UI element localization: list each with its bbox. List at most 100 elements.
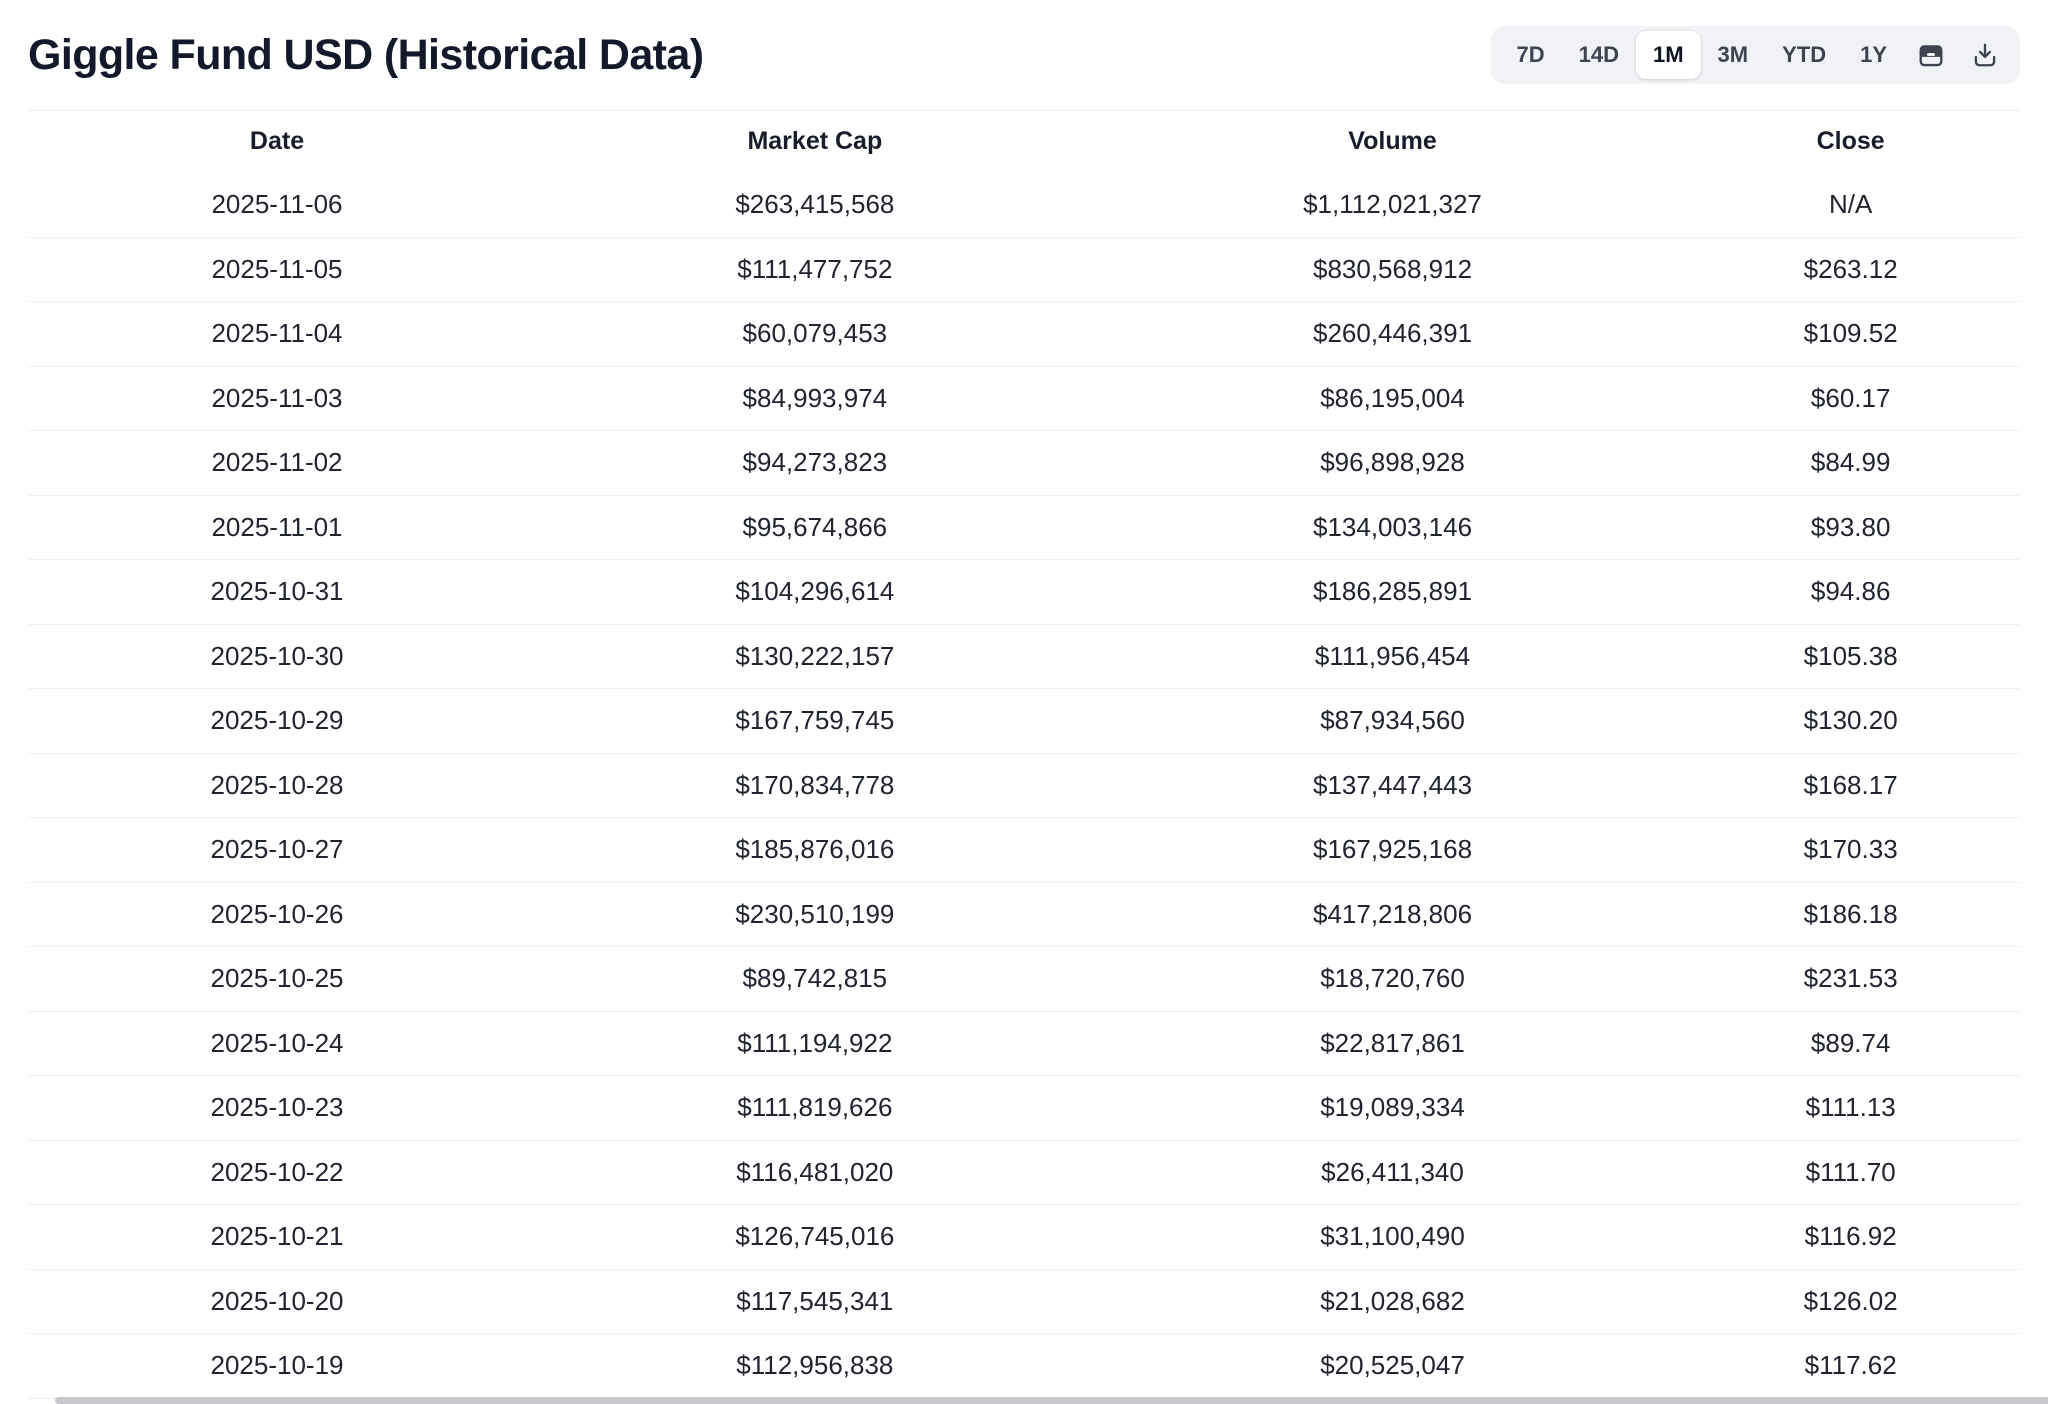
cell-market-cap: $130,222,157 <box>735 640 895 671</box>
cell-date: 2025-11-01 <box>211 511 343 542</box>
table-row: 2025-10-24 $111,194,922 $22,817,861 $89.74 <box>28 1011 2020 1076</box>
column-header-date: Date <box>249 127 305 156</box>
cell-market-cap: $111,477,752 <box>737 253 893 284</box>
cell-date: 2025-11-06 <box>211 189 343 219</box>
cell-volume: $19,089,334 <box>1320 1092 1465 1123</box>
cell-volume: $830,568,912 <box>1312 253 1473 284</box>
cell-market-cap: $84,993,974 <box>742 382 888 413</box>
cell-volume: $22,817,861 <box>1320 1027 1465 1058</box>
cell-close: $60.17 <box>1810 382 1891 413</box>
cell-volume: $417,218,806 <box>1312 898 1473 929</box>
table-row: 2025-11-03 $84,993,974 $86,195,004 $60.17 <box>28 366 2020 431</box>
range-button-7d[interactable]: 7D <box>1499 31 1561 79</box>
cell-volume: $96,898,928 <box>1320 447 1465 478</box>
historical-data-table: Date Market Cap Volume Close 2025-11-06 $263… <box>28 110 2020 1399</box>
cell-close: $105.38 <box>1803 640 1898 671</box>
cell-volume: $137,447,443 <box>1312 769 1473 800</box>
table-row: 2025-11-04 $60,079,453 $260,446,391 $109.52 <box>28 301 2020 367</box>
table-row: 2025-10-19 $112,956,838 $20,525,047 $117.62 <box>28 1333 2020 1398</box>
download-button[interactable] <box>1958 31 2012 79</box>
cell-volume: $86,195,004 <box>1320 382 1465 413</box>
table-row: 2025-10-23 $111,819,626 $19,089,334 $111.13 <box>28 1075 2020 1141</box>
cell-date: 2025-10-30 <box>210 640 344 671</box>
cell-date: 2025-10-21 <box>210 1221 344 1252</box>
table-row: 2025-10-28 $170,834,778 $137,447,443 $168.1… <box>28 753 2020 818</box>
cell-market-cap: $60,079,453 <box>742 318 888 349</box>
table-row: 2025-11-01 $95,674,866 $134,003,146 $93.80 <box>28 495 2020 560</box>
table-header-row: Date Market Cap Volume Close <box>28 110 2020 173</box>
cell-close: $89.74 <box>1810 1027 1891 1058</box>
range-button-ytd[interactable]: YTD <box>1765 31 1843 79</box>
cell-volume: $167,925,168 <box>1312 834 1473 865</box>
download-icon <box>1971 41 1999 69</box>
cell-close: N/A <box>1829 189 1873 219</box>
cell-volume: $21,028,682 <box>1320 1285 1465 1316</box>
cell-market-cap: $170,834,778 <box>735 769 895 800</box>
cell-volume: $26,411,340 <box>1321 1156 1464 1187</box>
cell-volume: $111,956,454 <box>1314 640 1471 671</box>
page-title: Giggle Fund USD (Historical Data) <box>28 30 704 79</box>
table-row: 2025-10-21 $126,745,016 $31,100,490 $116.92 <box>28 1204 2020 1270</box>
cell-date: 2025-10-20 <box>210 1285 344 1316</box>
cell-close: $111.13 <box>1805 1092 1896 1123</box>
range-button-3m[interactable]: 3M <box>1701 31 1766 79</box>
table-row: 2025-10-20 $117,545,341 $21,028,682 $126.02 <box>28 1269 2020 1334</box>
cell-close: $126.02 <box>1803 1285 1898 1316</box>
cell-close: $117.62 <box>1804 1350 1897 1381</box>
table-row: 2025-10-27 $185,876,016 $167,925,168 $170.3… <box>28 817 2020 883</box>
table-row: 2025-11-05 $111,477,752 $830,568,912 $263.1… <box>28 237 2020 302</box>
table-row: 2025-11-02 $94,273,823 $96,898,928 $84.99 <box>28 430 2020 496</box>
cell-market-cap: $94,273,823 <box>742 447 888 478</box>
table-row: 2025-10-30 $130,222,157 $111,956,454 $105.3… <box>28 624 2020 689</box>
cell-volume: $1,112,021,327 <box>1303 189 1482 219</box>
cell-date: 2025-11-03 <box>211 382 343 413</box>
horizontal-scrollbar[interactable] <box>55 1397 2048 1404</box>
cell-date: 2025-10-19 <box>210 1350 344 1381</box>
cell-close: $231.53 <box>1803 963 1898 994</box>
cell-market-cap: $116,481,020 <box>736 1156 894 1187</box>
cell-market-cap: $89,742,815 <box>742 963 888 994</box>
table-row: 2025-11-06 $263,415,568 $1,112,021,327 N/A <box>28 173 2020 238</box>
cell-date: 2025-10-25 <box>210 963 344 994</box>
cell-market-cap: $263,415,568 <box>735 189 895 219</box>
cell-market-cap: $95,674,866 <box>742 511 888 542</box>
cell-market-cap: $111,194,922 <box>737 1027 893 1058</box>
table-row: 2025-10-22 $116,481,020 $26,411,340 $111.70 <box>28 1140 2020 1205</box>
cell-volume: $186,285,891 <box>1312 576 1473 607</box>
cell-market-cap: $230,510,199 <box>735 898 895 929</box>
cell-close: $170.33 <box>1803 834 1898 865</box>
cell-market-cap: $112,956,838 <box>736 1350 894 1381</box>
column-header-close: Close <box>1816 127 1885 156</box>
range-buttons: 7D 14D 1M 3M YTD 1Y <box>1499 31 1904 79</box>
cell-date: 2025-10-31 <box>210 576 344 607</box>
table-row: 2025-10-26 $230,510,199 $417,218,806 $186.1… <box>28 882 2020 947</box>
cell-volume: $260,446,391 <box>1312 318 1473 349</box>
range-button-1y[interactable]: 1Y <box>1843 31 1904 79</box>
cell-volume: $87,934,560 <box>1320 705 1465 736</box>
cell-market-cap: $167,759,745 <box>735 705 895 736</box>
cell-close: $186.18 <box>1803 898 1898 929</box>
range-button-14d[interactable]: 14D <box>1562 31 1636 79</box>
cell-date: 2025-10-29 <box>210 705 344 736</box>
cell-date: 2025-11-02 <box>211 447 343 478</box>
cell-volume: $31,100,490 <box>1320 1221 1465 1252</box>
cell-date: 2025-11-04 <box>211 318 343 349</box>
calendar-icon <box>1917 41 1945 69</box>
cell-close: $94.86 <box>1810 576 1891 607</box>
cell-close: $168.17 <box>1803 769 1898 800</box>
cell-close: $109.52 <box>1803 318 1898 349</box>
table-row: 2025-10-29 $167,759,745 $87,934,560 $130.20 <box>28 688 2020 754</box>
time-range-selector: 7D 14D 1M 3M YTD 1Y <box>1491 26 2020 84</box>
cell-close: $116.92 <box>1804 1221 1897 1252</box>
range-button-1m[interactable]: 1M <box>1635 31 1701 79</box>
calendar-button[interactable] <box>1904 31 1958 79</box>
cell-volume: $18,720,760 <box>1320 963 1465 994</box>
cell-date: 2025-10-27 <box>210 834 344 865</box>
cell-market-cap: $111,819,626 <box>737 1092 893 1123</box>
cell-market-cap: $185,876,016 <box>735 834 895 865</box>
cell-date: 2025-10-24 <box>210 1027 344 1058</box>
cell-close: $263.12 <box>1803 253 1898 284</box>
cell-close: $130.20 <box>1803 705 1898 736</box>
cell-close: $93.80 <box>1810 511 1891 542</box>
cell-date: 2025-10-22 <box>210 1156 344 1187</box>
